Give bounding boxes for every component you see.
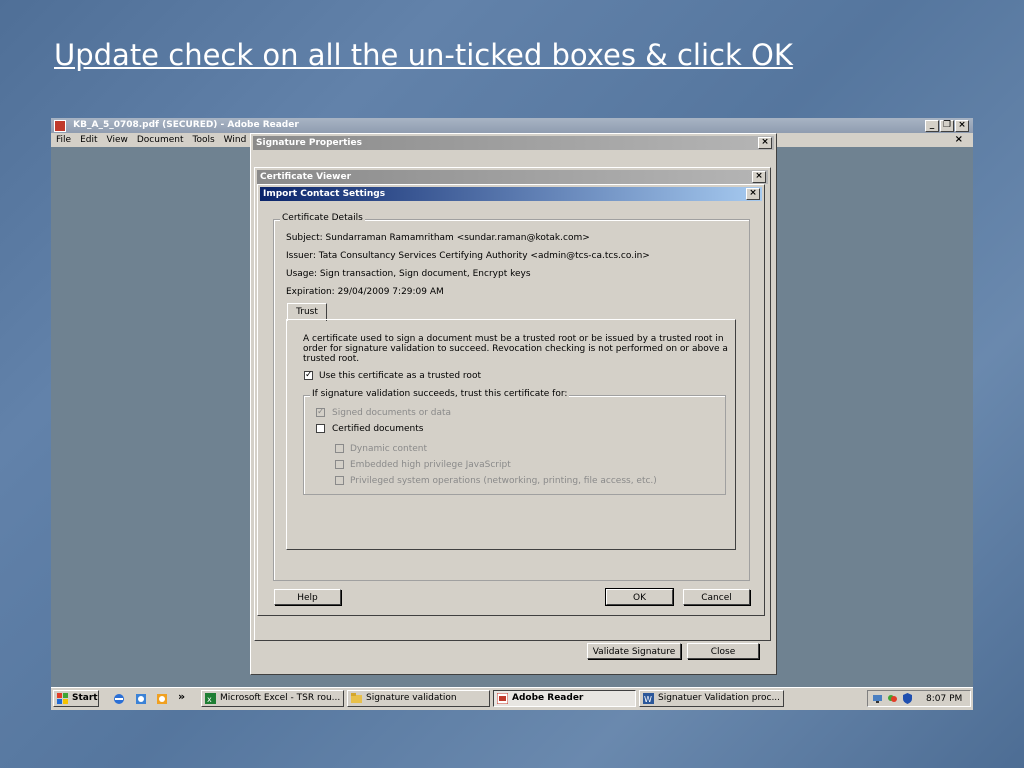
dynamic-content-label: Dynamic content — [350, 444, 428, 454]
help-button[interactable]: Help — [274, 589, 341, 605]
signature-properties-close-icon[interactable]: × — [758, 137, 772, 149]
subject-text: Subject: Sundarraman Ramamritham <sundar… — [286, 233, 590, 243]
taskbar-item-signature-validation-label: Signature validation — [366, 693, 457, 703]
certificate-details-group: Certificate Details Subject: Sundarraman… — [273, 213, 750, 581]
trust-tab-panel: A certificate used to sign a document mu… — [286, 319, 736, 550]
dynamic-content-checkbox[interactable] — [335, 444, 344, 453]
taskbar-item-adobe-reader[interactable]: Adobe Reader — [493, 690, 636, 707]
ok-button[interactable]: OK — [605, 588, 674, 606]
signature-properties-title: Signature Properties — [256, 138, 362, 148]
certified-documents-checkbox[interactable] — [316, 424, 325, 433]
certificate-viewer-title: Certificate Viewer — [260, 172, 352, 182]
usage-text: Usage: Sign transaction, Sign document, … — [286, 269, 531, 279]
network-icon[interactable] — [872, 693, 883, 704]
trust-for-group-label: If signature validation succeeds, trust … — [310, 389, 570, 399]
menu-view[interactable]: View — [107, 135, 128, 145]
certificate-details-label: Certificate Details — [280, 213, 365, 223]
signature-properties-titlebar: Signature Properties × — [253, 136, 774, 150]
menu-tools[interactable]: Tools — [193, 135, 215, 145]
excel-icon: x — [205, 693, 216, 704]
svg-text:x: x — [207, 695, 212, 704]
close-button[interactable]: × — [955, 120, 969, 132]
slide-title: Update check on all the un-ticked boxes … — [54, 38, 793, 72]
menu-edit[interactable]: Edit — [80, 135, 97, 145]
signature-properties-close-button[interactable]: Close — [687, 643, 759, 659]
windows-taskbar: Start » x Microsoft Excel - TSR rou... S… — [51, 687, 973, 710]
import-dialog-title: Import Contact Settings — [263, 189, 386, 199]
taskbar-item-signature-validation[interactable]: Signature validation — [347, 690, 490, 707]
reader-titlebar: KB_A_5_0708.pdf (SECURED) - Adobe Reader… — [51, 118, 973, 133]
menu-window[interactable]: Wind — [224, 135, 247, 145]
trust-for-group: If signature validation succeeds, trust … — [303, 389, 726, 495]
taskbar-item-excel-label: Microsoft Excel - TSR rou... — [220, 693, 341, 703]
taskbar-item-word-document-label: Signatuer Validation proc... — [658, 693, 781, 703]
use-trusted-root-label: Use this certificate as a trusted root — [319, 371, 481, 381]
quick-launch-icon[interactable] — [135, 693, 147, 705]
trust-description-line-2: order for signature validation to succee… — [303, 344, 728, 354]
adobe-reader-icon — [497, 693, 508, 704]
import-dialog-titlebar: Import Contact Settings × — [260, 187, 762, 201]
cancel-button[interactable]: Cancel — [683, 589, 750, 605]
expiration-text: Expiration: 29/04/2009 7:29:09 AM — [286, 287, 444, 297]
taskbar-item-adobe-reader-label: Adobe Reader — [512, 693, 584, 703]
certificate-viewer-titlebar: Certificate Viewer × — [257, 170, 768, 184]
issuer-text: Issuer: Tata Consultancy Services Certif… — [286, 251, 650, 261]
menu-file[interactable]: File — [56, 135, 71, 145]
restore-button[interactable]: ❐ — [940, 120, 954, 132]
taskbar-item-excel[interactable]: x Microsoft Excel - TSR rou... — [201, 690, 344, 707]
embedded-javascript-checkbox[interactable] — [335, 460, 344, 469]
signed-documents-label: Signed documents or data — [332, 408, 452, 418]
taskbar-item-word-document[interactable]: W Signatuer Validation proc... — [639, 690, 784, 707]
security-shield-icon[interactable] — [902, 693, 913, 704]
certified-documents-label: Certified documents — [332, 424, 424, 434]
windows-logo-icon — [57, 693, 68, 704]
messenger-icon[interactable] — [887, 693, 898, 704]
outlook-icon[interactable] — [156, 693, 168, 705]
chevron-more-icon[interactable]: » — [178, 690, 185, 703]
desktop-screenshot: KB_A_5_0708.pdf (SECURED) - Adobe Reader… — [51, 118, 973, 710]
embedded-javascript-label: Embedded high privilege JavaScript — [350, 460, 511, 470]
system-tray: 8:07 PM — [867, 690, 971, 707]
start-label: Start — [72, 693, 98, 703]
validate-signature-button[interactable]: Validate Signature — [587, 643, 681, 659]
start-button[interactable]: Start — [53, 690, 99, 707]
privileged-operations-label: Privileged system operations (networking… — [350, 476, 657, 486]
certificate-viewer-close-icon[interactable]: × — [752, 171, 766, 183]
folder-icon — [351, 693, 362, 703]
trust-description-line-1: A certificate used to sign a document mu… — [303, 334, 724, 344]
privileged-operations-checkbox[interactable] — [335, 476, 344, 485]
reader-title: KB_A_5_0708.pdf (SECURED) - Adobe Reader — [73, 120, 299, 130]
word-document-icon: W — [643, 693, 654, 704]
import-dialog-close-icon[interactable]: × — [746, 188, 760, 200]
svg-text:W: W — [644, 695, 652, 704]
import-contact-settings-dialog: Import Contact Settings × Certificate De… — [257, 184, 765, 616]
internet-explorer-icon[interactable] — [113, 693, 125, 705]
clock-time: 8:07 PM — [926, 694, 963, 704]
trust-description-line-3: trusted root. — [303, 354, 360, 364]
signed-documents-checkbox[interactable]: ✓ — [316, 408, 325, 417]
pdf-icon — [54, 120, 66, 132]
minimize-button[interactable]: _ — [925, 120, 939, 132]
document-close-icon[interactable]: × — [955, 133, 963, 147]
menu-document[interactable]: Document — [137, 135, 184, 145]
use-trusted-root-checkbox[interactable]: ✓ — [304, 371, 313, 380]
